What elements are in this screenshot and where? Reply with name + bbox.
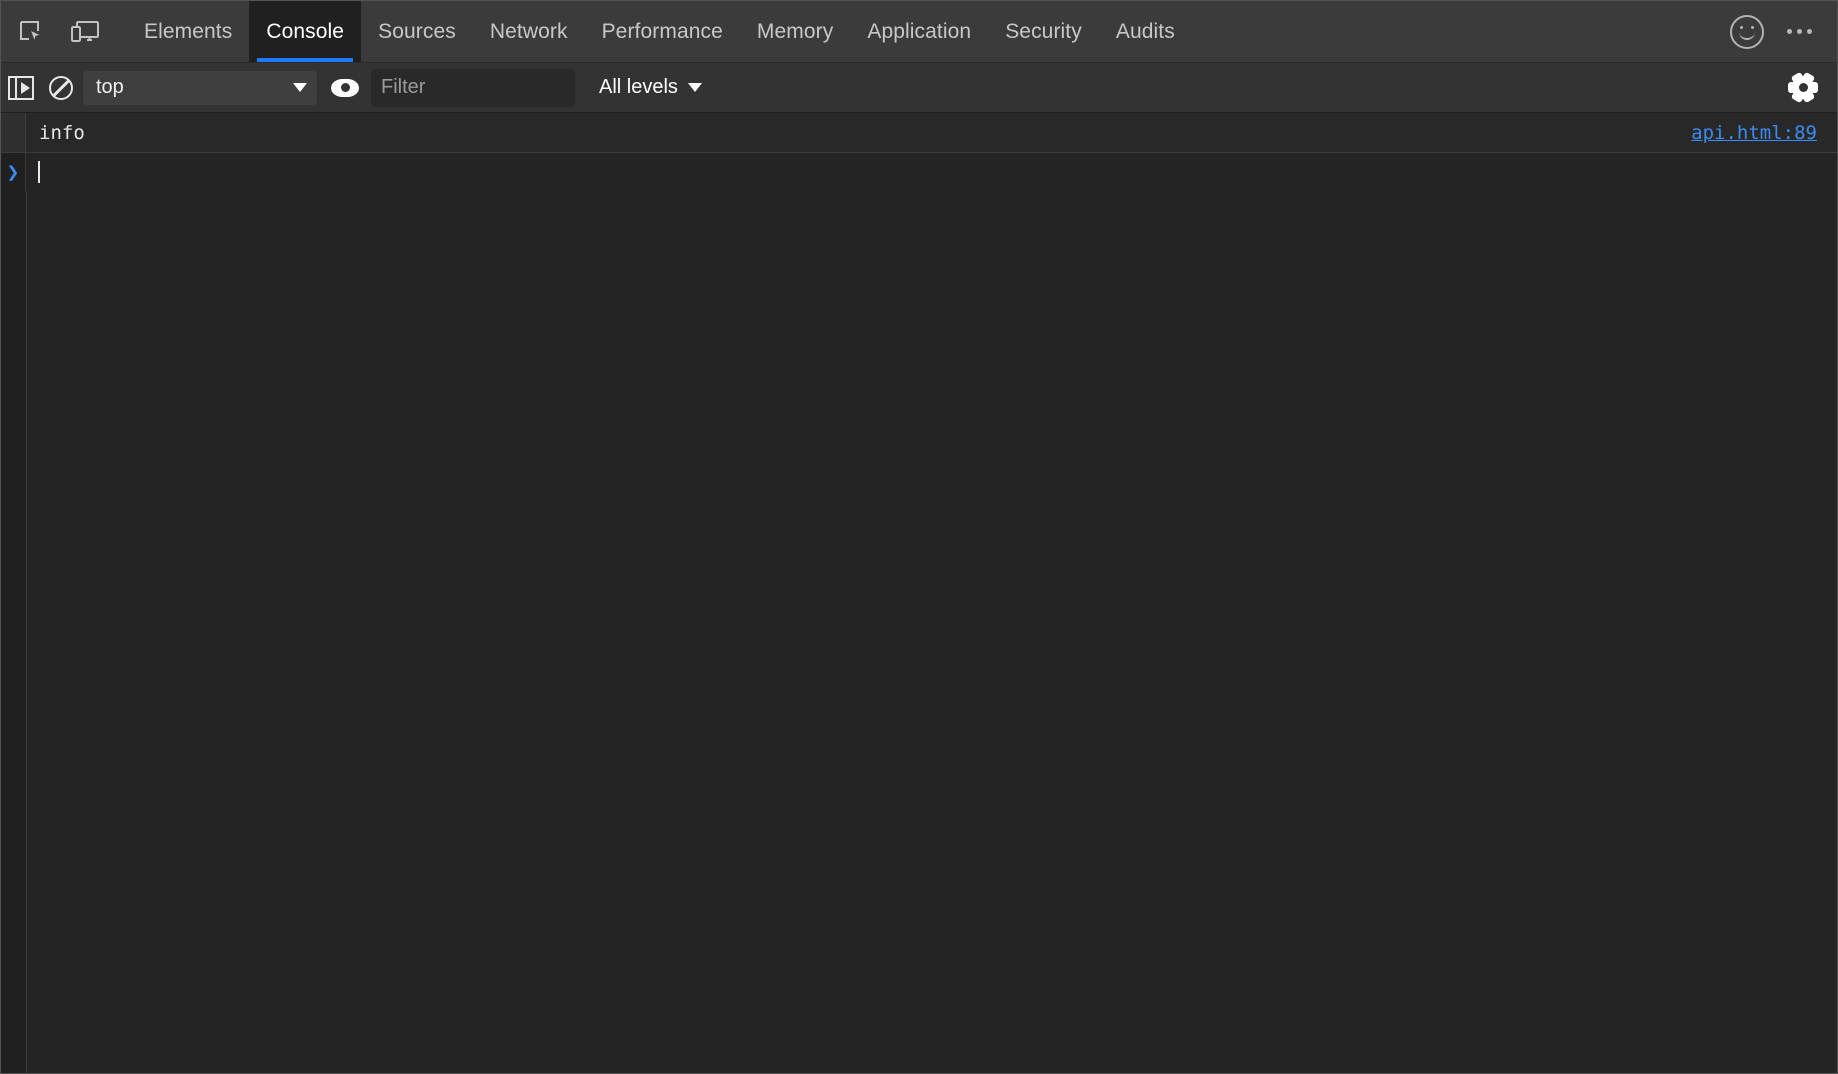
device-toolbar-icon[interactable]: [63, 10, 107, 54]
chevron-down-icon: [293, 83, 307, 92]
smiley-icon[interactable]: [1725, 10, 1769, 54]
filter-input[interactable]: Filter: [371, 68, 575, 107]
tab-label: Network: [489, 19, 568, 43]
no-entry-shape: [49, 75, 73, 100]
gear-shape: [1788, 71, 1818, 104]
clear-console-icon[interactable]: [41, 68, 81, 108]
tabbar-tool-icons: [1, 1, 107, 62]
console-message-text: info: [39, 121, 85, 144]
filter-placeholder: Filter: [381, 76, 426, 98]
tab-label: Console: [266, 19, 345, 43]
message-row-gutter: [1, 113, 26, 152]
tab-elements[interactable]: Elements: [127, 1, 249, 62]
chevron-down-icon: [687, 83, 702, 92]
tab-label: Application: [867, 19, 972, 43]
devtools-tabbar: Elements Console Sources Network Perform…: [1, 1, 1837, 63]
devtools-tabs: Elements Console Sources Network Perform…: [127, 1, 1192, 62]
tabbar-right-actions: [1725, 1, 1837, 62]
prompt-gutter: ❯: [1, 153, 26, 191]
tab-label: Elements: [144, 19, 233, 43]
log-levels-dropdown[interactable]: All levels: [593, 76, 708, 99]
sidebar-toggle-shape: [8, 75, 34, 100]
prompt-chevron-icon: ❯: [6, 159, 20, 184]
devtools-panel: Elements Console Sources Network Perform…: [0, 0, 1838, 1074]
gear-icon[interactable]: [1783, 68, 1823, 108]
tab-audits[interactable]: Audits: [1099, 1, 1192, 62]
more-options-icon[interactable]: [1777, 10, 1821, 54]
console-toolbar: top Filter All levels: [1, 63, 1837, 113]
tab-security[interactable]: Security: [988, 1, 1099, 62]
tab-label: Memory: [756, 19, 834, 43]
eye-shape: [331, 78, 359, 97]
javascript-context-select[interactable]: top: [83, 70, 317, 105]
console-toolbar-right: [1783, 68, 1837, 108]
tab-label: Security: [1005, 19, 1082, 43]
tab-label: Performance: [601, 19, 723, 43]
smiley-face-shape: [1730, 14, 1764, 49]
inspect-element-icon[interactable]: [9, 10, 53, 54]
console-body: info api.html:89 ❯: [1, 113, 1837, 1073]
console-gutter: [1, 113, 27, 1073]
tab-application[interactable]: Application: [850, 1, 988, 62]
console-message-row[interactable]: info api.html:89: [1, 113, 1837, 153]
text-cursor: [38, 161, 40, 183]
context-select-value: top: [96, 76, 124, 98]
tab-network[interactable]: Network: [473, 1, 585, 62]
tab-label: Sources: [378, 19, 456, 43]
show-console-sidebar-icon[interactable]: [1, 68, 41, 108]
console-message-source-link[interactable]: api.html:89: [1691, 122, 1837, 144]
tab-label: Audits: [1115, 19, 1175, 43]
console-prompt-row[interactable]: ❯: [1, 153, 1837, 191]
log-levels-value: All levels: [599, 76, 678, 98]
tab-performance[interactable]: Performance: [585, 1, 740, 62]
live-expression-icon[interactable]: [325, 68, 365, 108]
tab-sources[interactable]: Sources: [361, 1, 473, 62]
tab-console[interactable]: Console: [249, 1, 362, 62]
tab-memory[interactable]: Memory: [740, 1, 850, 62]
